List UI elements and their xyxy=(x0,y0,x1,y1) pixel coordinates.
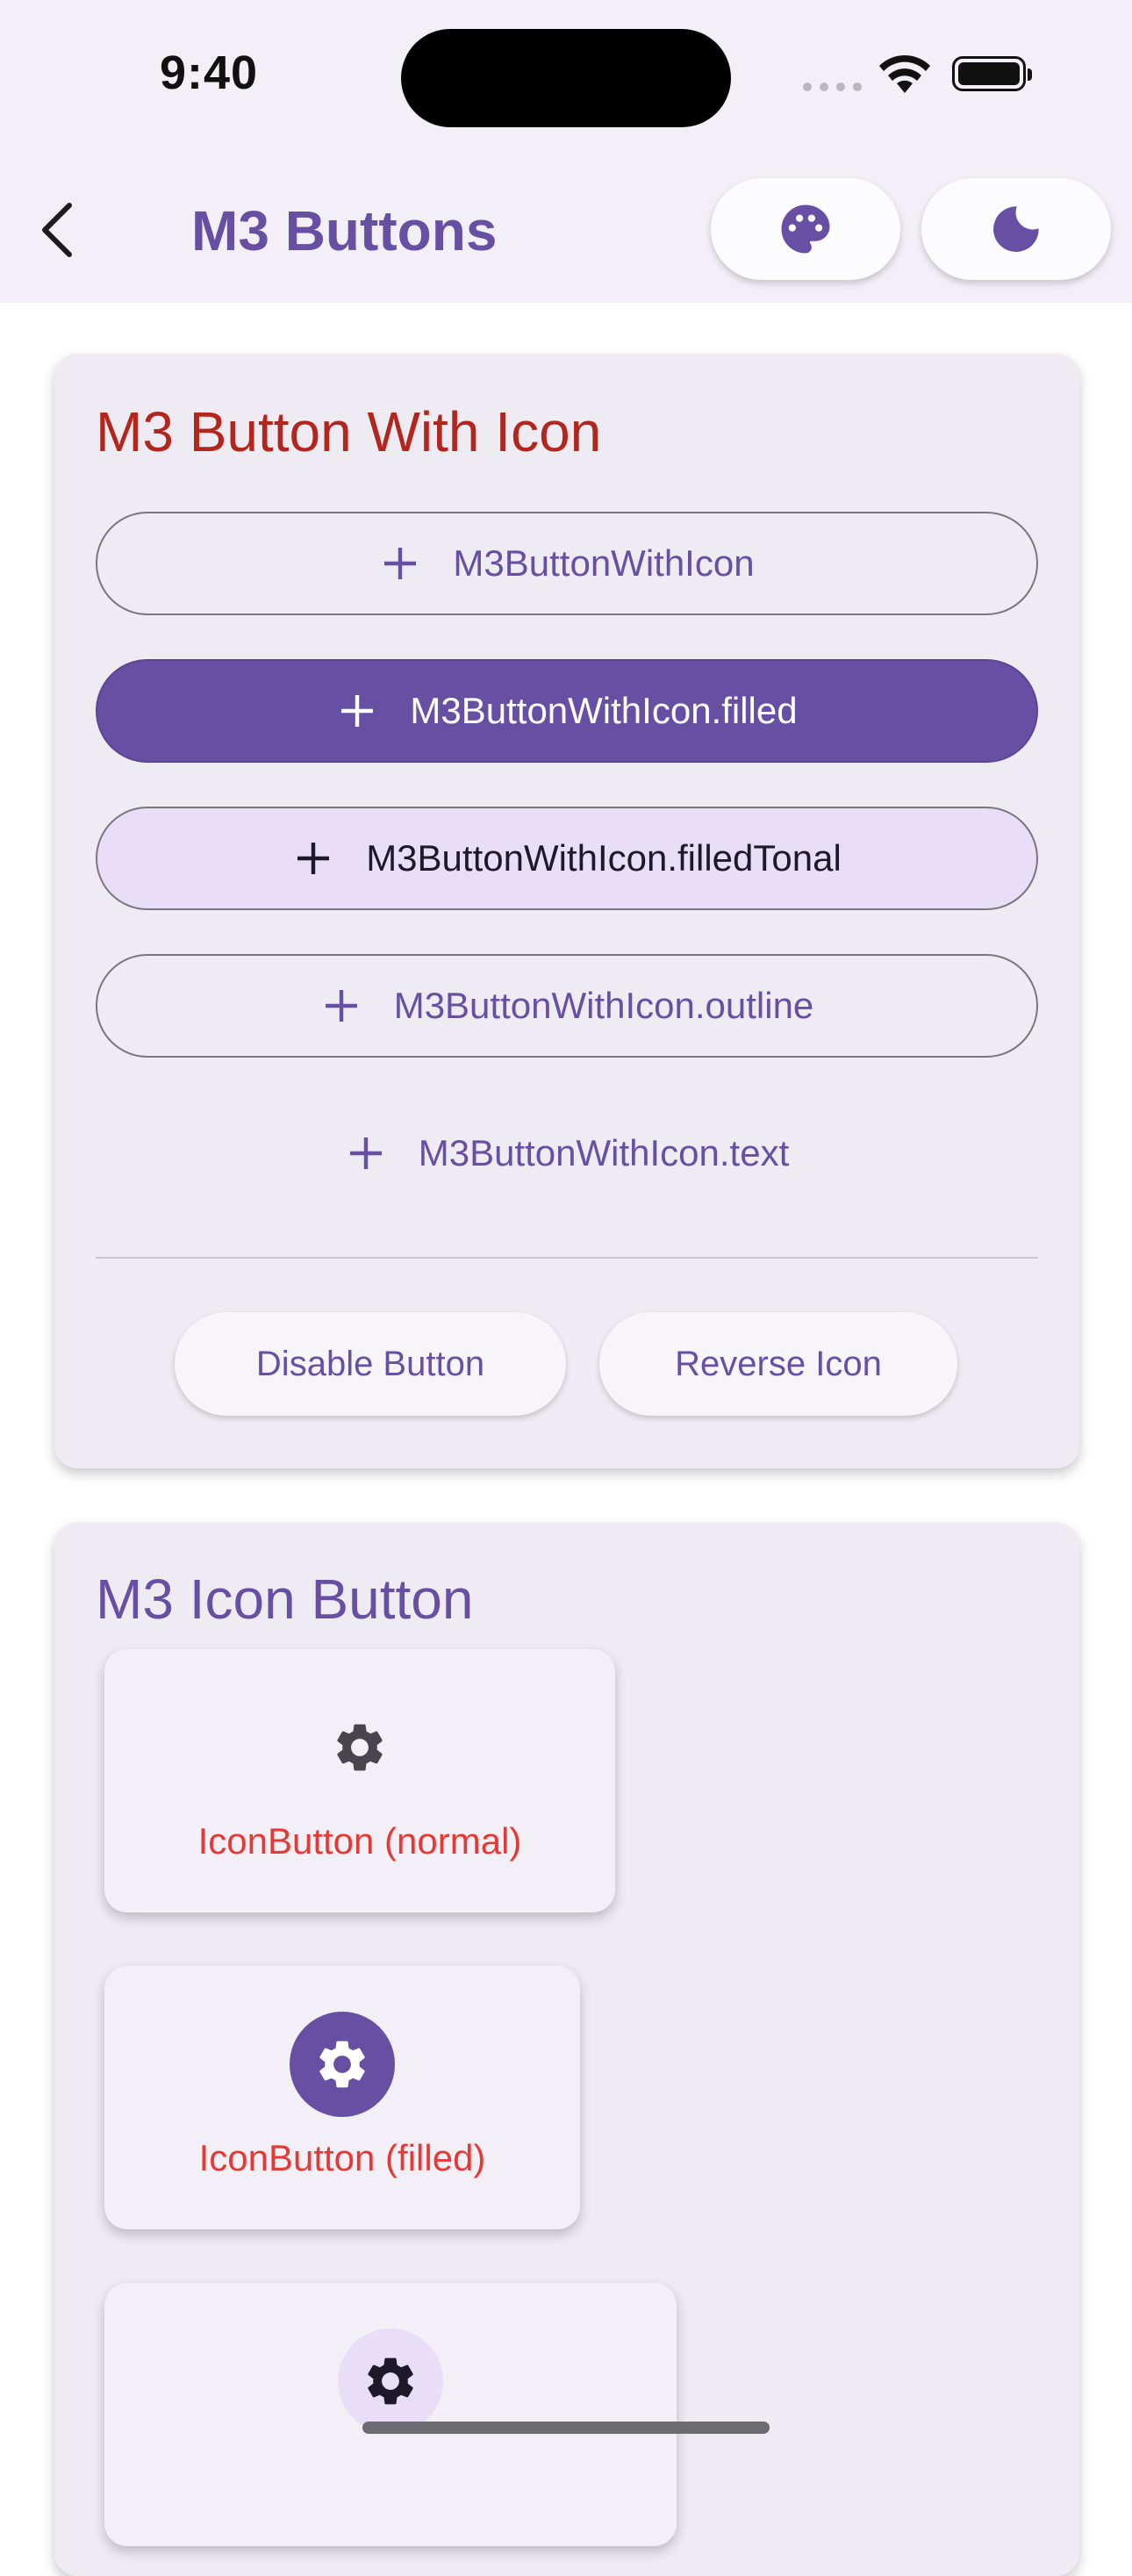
button-label: M3ButtonWithIcon.outline xyxy=(393,985,814,1026)
card-title-icon-button: M3 Icon Button xyxy=(96,1568,474,1631)
gear-icon xyxy=(319,2041,365,2088)
button-label: M3ButtonWithIcon.filledTonal xyxy=(366,837,842,879)
icon-button-normal[interactable] xyxy=(307,1695,412,1800)
wifi-icon xyxy=(879,54,930,93)
m3-button-with-icon[interactable]: M3ButtonWithIcon xyxy=(96,512,1038,615)
gear-icon xyxy=(368,2357,413,2405)
plus-icon xyxy=(297,843,330,874)
icon-button-tonal-card xyxy=(104,2283,677,2546)
palette-icon xyxy=(781,205,830,254)
plus-icon xyxy=(349,1137,382,1169)
chevron-left-icon xyxy=(42,203,72,257)
theme-toggle-button[interactable] xyxy=(921,178,1111,280)
icon-button-normal-card: IconButton (normal) xyxy=(104,1649,615,1912)
button-with-icon-card: M3 Button With Icon M3ButtonWithIcon M3B… xyxy=(54,354,1079,1468)
back-button[interactable] xyxy=(31,195,83,265)
page-title: M3 Buttons xyxy=(191,199,498,262)
home-indicator[interactable] xyxy=(362,2422,770,2434)
icon-button-filled-card: IconButton (filled) xyxy=(104,1966,580,2229)
icon-button-normal-label: IconButton (normal) xyxy=(197,1820,522,1862)
dynamic-island xyxy=(401,29,731,127)
divider xyxy=(96,1257,1038,1259)
icon-button-filled-tonal[interactable] xyxy=(338,2328,443,2434)
cellular-signal-icon xyxy=(803,83,862,91)
plus-icon xyxy=(325,990,357,1022)
m3-button-with-icon-text[interactable]: M3ButtonWithIcon.text xyxy=(96,1101,1038,1205)
m3-button-with-icon-filled[interactable]: M3ButtonWithIcon.filled xyxy=(96,659,1038,763)
disable-button-label: Disable Button xyxy=(255,1344,485,1383)
status-bar: 9:40 xyxy=(0,0,1132,149)
battery-icon xyxy=(952,56,1032,91)
m3-button-with-icon-outline[interactable]: M3ButtonWithIcon.outline xyxy=(96,954,1038,1058)
reverse-icon-button-label: Reverse Icon xyxy=(675,1344,882,1383)
button-label: M3ButtonWithIcon.filled xyxy=(410,690,798,731)
disable-button[interactable]: Disable Button xyxy=(175,1312,566,1416)
icon-button-filled-label: IconButton (filled) xyxy=(198,2137,486,2178)
button-label: M3ButtonWithIcon xyxy=(453,542,755,584)
icon-button-card: M3 Icon Button IconButton (normal) IconB… xyxy=(54,1523,1079,2576)
status-time: 9:40 xyxy=(160,47,259,99)
palette-button[interactable] xyxy=(711,178,900,280)
card-title-button-with-icon: M3 Button With Icon xyxy=(96,400,602,463)
icon-button-filled[interactable] xyxy=(290,2012,395,2117)
plus-icon xyxy=(341,695,374,727)
reverse-icon-button[interactable]: Reverse Icon xyxy=(599,1312,957,1416)
button-label: M3ButtonWithIcon.text xyxy=(418,1132,790,1173)
m3-button-with-icon-filled-tonal[interactable]: M3ButtonWithIcon.filledTonal xyxy=(96,807,1038,910)
plus-icon xyxy=(384,548,417,579)
moon-icon xyxy=(993,206,1039,252)
gear-icon xyxy=(337,1724,383,1771)
